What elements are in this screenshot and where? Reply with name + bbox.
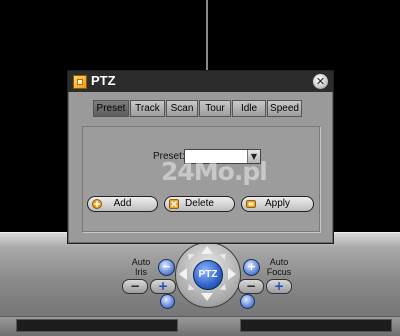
wiper-icon[interactable] (240, 294, 255, 309)
pan-left-arrow-icon[interactable] (179, 268, 187, 280)
ptz-dialog: PTZ ✕ Preset Track Scan Tour Idle Speed … (67, 70, 334, 244)
ptz-app-icon (73, 75, 87, 89)
ptz-tabs: Preset Track Scan Tour Idle Speed (93, 100, 303, 117)
auto-iris-label[interactable]: Auto Iris (126, 257, 156, 277)
pan-right-arrow-icon[interactable] (228, 268, 236, 280)
tab-idle[interactable]: Idle (232, 100, 266, 117)
watermark-logo: 24Mo.pl (161, 157, 268, 186)
close-icon[interactable]: ✕ (312, 73, 329, 90)
apply-button[interactable]: Apply (241, 196, 314, 212)
tab-tour[interactable]: Tour (199, 100, 231, 117)
dialog-title: PTZ (91, 73, 116, 88)
focus-minus-button[interactable]: − (238, 279, 264, 294)
ptz-center-button[interactable]: PTZ (193, 260, 223, 290)
zoom-in-icon[interactable]: + (243, 259, 260, 276)
tab-scan[interactable]: Scan (166, 100, 198, 117)
add-button-label: Add (113, 198, 132, 209)
tab-preset[interactable]: Preset (93, 100, 129, 117)
tilt-down-arrow-icon[interactable] (201, 293, 213, 301)
iris-minus-button[interactable]: − (122, 279, 148, 294)
tilt-up-arrow-icon[interactable] (201, 246, 213, 254)
status-slot-right (240, 319, 392, 332)
camera-snapshot-icon[interactable] (160, 294, 175, 309)
dialog-titlebar[interactable]: PTZ ✕ (68, 71, 333, 92)
apply-button-label: Apply (264, 198, 290, 209)
tab-track[interactable]: Track (130, 100, 165, 117)
iris-plus-button[interactable]: + (150, 279, 176, 294)
delete-button[interactable]: Delete (164, 196, 235, 212)
zoom-out-icon[interactable]: − (158, 259, 175, 276)
auto-focus-label[interactable]: Auto Focus (262, 257, 296, 277)
auto-focus-label-line2: Focus (266, 267, 292, 277)
add-button[interactable]: Add (87, 196, 158, 212)
tab-speed[interactable]: Speed (267, 100, 302, 117)
focus-plus-button[interactable]: + (266, 279, 292, 294)
auto-focus-label-line1: Auto (269, 257, 289, 267)
preset-panel: Preset: ▼ 24Mo.pl Add Delete Apply (82, 126, 320, 232)
auto-iris-label-line2: Iris (135, 267, 147, 277)
status-slot-left (16, 319, 178, 332)
delete-button-label: Delete (185, 198, 214, 209)
background-divider-line (206, 0, 208, 72)
auto-iris-label-line1: Auto (131, 257, 151, 267)
